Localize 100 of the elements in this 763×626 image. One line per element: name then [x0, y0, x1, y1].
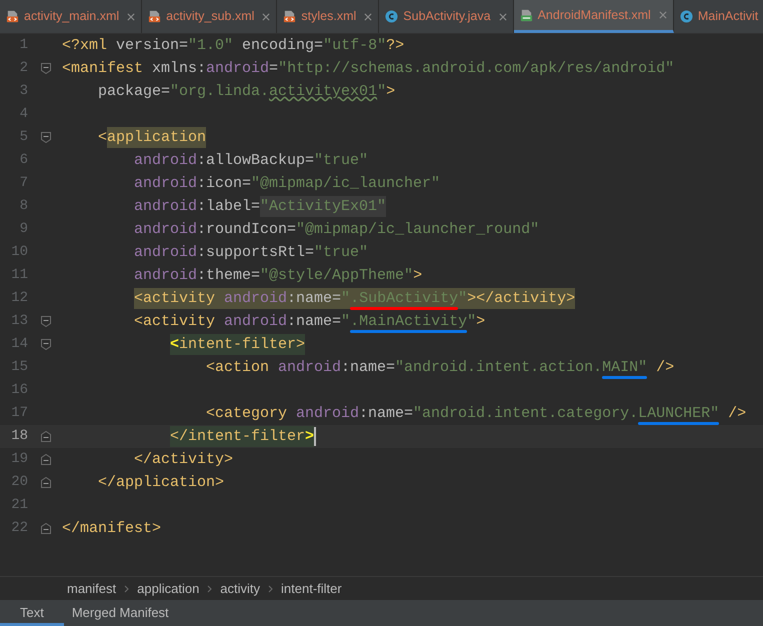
code-token: package=: [98, 82, 170, 102]
code-token: ": [341, 288, 350, 309]
fold-icon[interactable]: [41, 454, 51, 465]
code-token: "1.0": [188, 36, 234, 56]
code-token: </intent-filter: [170, 426, 306, 447]
code-token: android: [134, 220, 198, 240]
code-token: :name=: [287, 312, 342, 332]
chevron-icon: [207, 584, 212, 592]
code-token: <: [98, 128, 108, 148]
fold-icon[interactable]: [41, 477, 51, 488]
fold-icon[interactable]: [41, 523, 51, 534]
code-token: =: [269, 59, 278, 79]
code-token: ?>: [386, 36, 404, 56]
line-number: 6: [18, 151, 29, 170]
fold-icon[interactable]: [41, 63, 51, 74]
xml-file-icon: [148, 10, 162, 23]
code-token: android: [224, 312, 288, 332]
code-token: <: [170, 334, 180, 355]
line-number: 8: [18, 197, 29, 216]
fold-icon[interactable]: [41, 132, 51, 143]
line-number: 4: [18, 105, 29, 124]
fold-icon[interactable]: [41, 339, 51, 350]
breadcrumb[interactable]: application: [137, 578, 200, 598]
code-token: "@mipmap/ic_launcher": [251, 174, 440, 194]
breadcrumb[interactable]: intent-filter: [281, 578, 342, 598]
chevron-icon: [268, 584, 274, 592]
code-token: :name=: [359, 404, 414, 424]
line-number: 2: [18, 59, 29, 78]
code-token: <action: [206, 358, 270, 378]
code-token: <category: [206, 404, 288, 424]
breadcrumb[interactable]: activity: [220, 578, 260, 598]
xml-file-icon: [283, 10, 296, 23]
code-token: >: [305, 426, 314, 447]
code-token: application: [107, 127, 206, 148]
close-icon[interactable]: [127, 12, 136, 20]
breadcrumb[interactable]: manifest: [67, 578, 116, 598]
line-number: 21: [10, 496, 29, 515]
code-token: :theme=: [197, 266, 260, 286]
code-token: "@style/AppTheme": [260, 266, 414, 286]
line-number: 16: [10, 381, 29, 400]
line-number: 13: [10, 312, 29, 331]
xml-file-icon: [6, 10, 19, 23]
code-token: LAUNCHER": [638, 403, 720, 424]
code-token: ": [377, 82, 386, 102]
line-number: 20: [10, 473, 29, 492]
code-token: "utf-8": [323, 36, 386, 56]
code-token: >: [386, 82, 396, 102]
line-number: 7: [18, 174, 29, 193]
code-token: </application>: [98, 473, 224, 493]
code-token: :name=: [287, 288, 342, 309]
code-token: android: [134, 151, 198, 171]
code-token: "http://schemas.android.com/apk/res/android": [278, 59, 674, 79]
code-token: android: [206, 59, 270, 79]
view-tab[interactable]: Merged Manifest: [64, 600, 177, 626]
code-token: ": [467, 312, 476, 332]
editor-tab[interactable]: MainActivit: [674, 0, 763, 33]
view-tab[interactable]: Text: [0, 600, 64, 626]
code-token: android: [134, 174, 198, 194]
code-token: <manifest: [62, 59, 144, 79]
close-icon[interactable]: [364, 12, 372, 20]
fold-icon[interactable]: [41, 316, 51, 327]
code-token: android: [134, 243, 198, 263]
line-number: 14: [10, 335, 29, 354]
code-token: android: [278, 358, 342, 378]
code-token: :supportsRtl=: [197, 243, 314, 263]
editor-tab[interactable]: activity_main.xml: [0, 0, 142, 33]
code-token: xmlns:: [152, 59, 206, 79]
code-token: :label=: [197, 197, 260, 217]
line-number: 15: [10, 358, 29, 377]
code-token: intent-filter>: [179, 334, 306, 355]
close-icon[interactable]: [262, 12, 270, 20]
code-token: "android.intent.category.: [413, 404, 638, 424]
fold-icon[interactable]: [41, 431, 51, 442]
text-cursor: [314, 427, 316, 446]
line-number: 9: [18, 220, 29, 239]
editor-tab[interactable]: activity_sub.xml: [142, 0, 278, 33]
code-token: />: [655, 358, 674, 378]
line-number: 22: [10, 519, 29, 538]
code-token: android: [134, 266, 198, 286]
editor-tab[interactable]: styles.xml: [277, 0, 380, 33]
class-icon: [680, 10, 693, 23]
code-token: "org.linda.: [170, 82, 270, 102]
line-number: 3: [18, 82, 29, 101]
line-number: 19: [10, 450, 29, 469]
code-token: version=: [116, 36, 188, 56]
close-icon[interactable]: [498, 12, 507, 20]
line-number: 11: [10, 266, 29, 285]
code-token: "android.intent.action.: [395, 358, 602, 378]
code-token: .MainActivity: [350, 311, 468, 332]
line-number: 1: [18, 36, 29, 55]
code-token: "true": [314, 243, 368, 263]
code-token: "ActivityEx01": [260, 196, 386, 217]
chevron-icon: [124, 584, 130, 592]
code-token: :allowBackup=: [197, 151, 314, 171]
code-token: :roundIcon=: [197, 220, 296, 240]
code-token: android: [296, 404, 360, 424]
manifest-file-icon: [520, 8, 533, 22]
class-icon: [385, 10, 398, 23]
editor-tab[interactable]: SubActivity.java: [379, 0, 514, 33]
code-token: />: [727, 404, 746, 424]
